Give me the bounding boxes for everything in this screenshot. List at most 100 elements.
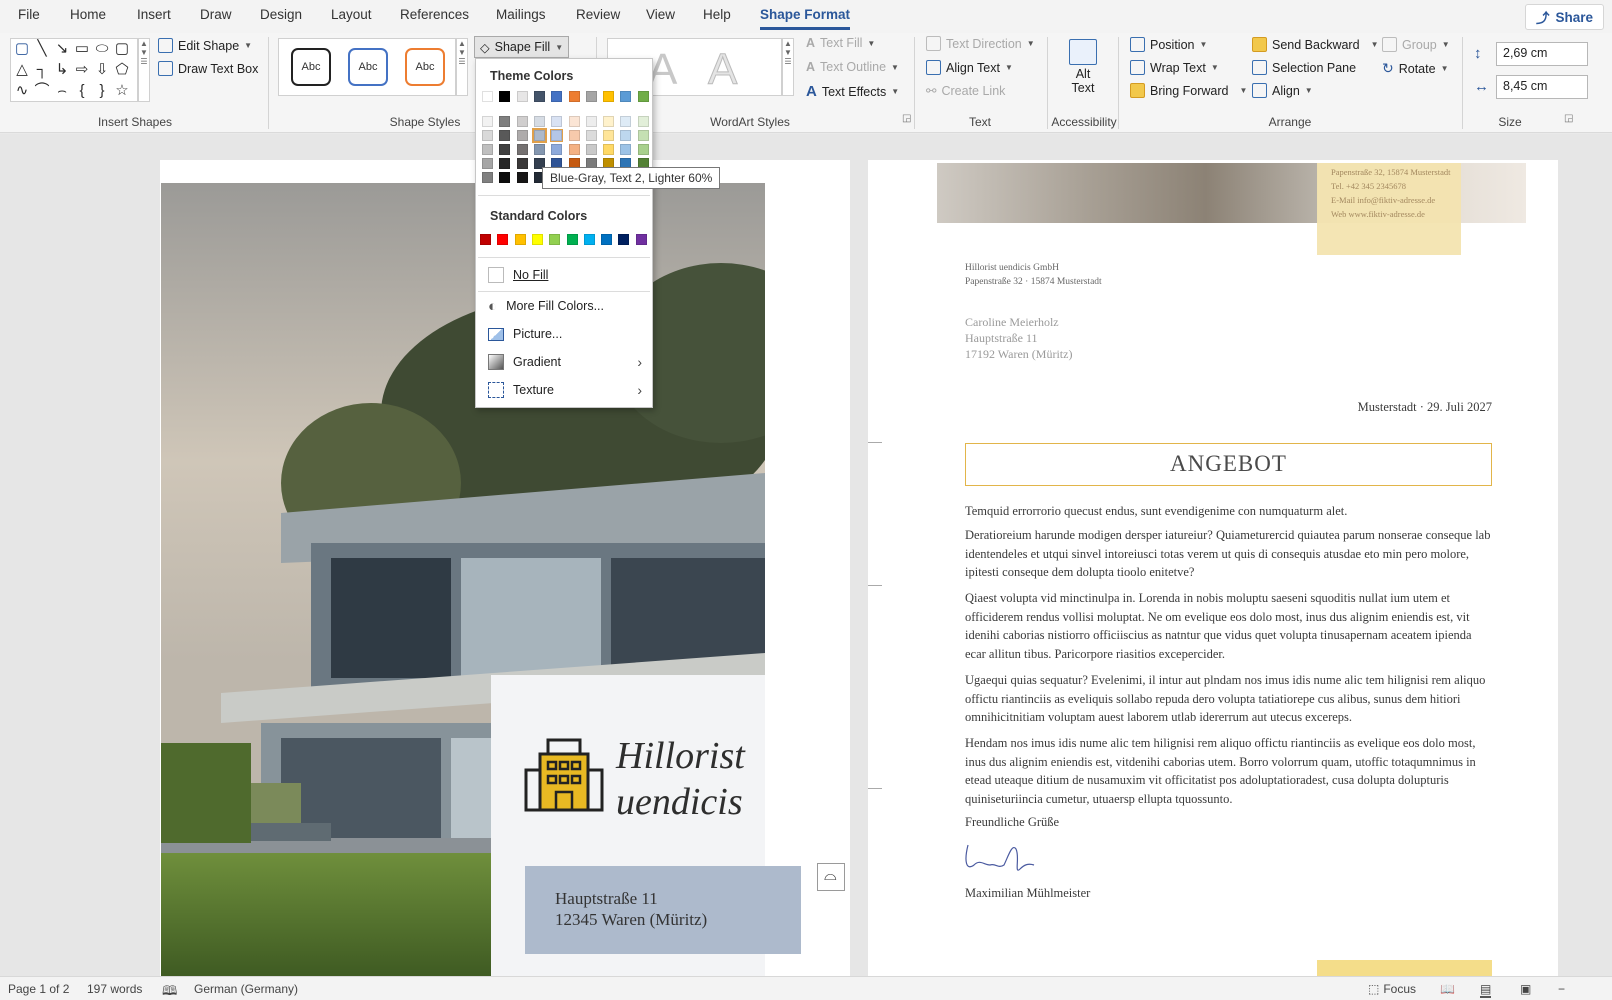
theme-color-shade-swatch[interactable]: [533, 144, 545, 155]
standard-color-swatch[interactable]: [618, 234, 630, 245]
standard-color-swatch[interactable]: [514, 234, 526, 245]
word-count[interactable]: 197 words: [87, 982, 142, 996]
tab-layout[interactable]: Layout: [331, 7, 372, 22]
theme-color-swatch[interactable]: [533, 91, 545, 102]
shapes-gallery[interactable]: ▢ ╲ ↘ ▭ ⬭ ▢ △ ┐ ↳ ⇨ ⇩ ⬠ ∿ ⌒ ⌢ { } ☆: [10, 38, 138, 102]
oval-shape-icon[interactable]: ⬭: [93, 40, 111, 58]
freeform-shape-icon[interactable]: ∿: [13, 82, 31, 100]
more-fill-colors-option[interactable]: ◐ More Fill Colors...: [488, 294, 648, 318]
standard-color-swatch[interactable]: [601, 234, 613, 245]
text-outline-button[interactable]: A Text Outline ▼: [806, 60, 899, 74]
standard-color-swatch[interactable]: [497, 234, 509, 245]
right-brace-shape-icon[interactable]: }: [93, 82, 111, 100]
tab-home[interactable]: Home: [70, 7, 106, 22]
flowchart-shape-icon[interactable]: ⬠: [113, 61, 131, 79]
standard-color-swatch[interactable]: [566, 234, 578, 245]
web-layout-icon[interactable]: ▣: [1520, 982, 1531, 996]
theme-color-shade-swatch[interactable]: [585, 144, 597, 155]
read-mode-icon[interactable]: 📖: [1440, 982, 1455, 996]
page-count[interactable]: Page 1 of 2: [8, 982, 69, 996]
wordart-scroll[interactable]: ▲ ▼ ☰: [782, 38, 794, 96]
picture-fill-option[interactable]: Picture...: [488, 322, 648, 346]
theme-color-shade-swatch[interactable]: [516, 130, 528, 141]
arrow-line-shape-icon[interactable]: ↘: [53, 40, 71, 58]
rotate-button[interactable]: ↻ Rotate ▼: [1382, 60, 1449, 77]
triangle-shape-icon[interactable]: △: [13, 61, 31, 79]
texture-fill-option[interactable]: Texture ›: [488, 378, 648, 402]
text-fill-button[interactable]: A Text Fill ▼: [806, 36, 875, 50]
theme-color-shade-swatch[interactable]: [516, 172, 528, 183]
proofing-book-icon[interactable]: 🕮: [162, 982, 177, 1000]
address-text-box[interactable]: Hauptstraße 11 12345 Waren (Müritz): [525, 866, 801, 954]
print-layout-icon[interactable]: ▤: [1480, 982, 1492, 998]
tab-mailings[interactable]: Mailings: [496, 7, 546, 22]
align-button[interactable]: Align ▼: [1252, 83, 1313, 98]
standard-color-swatch[interactable]: [480, 234, 491, 245]
draw-text-box-button[interactable]: Draw Text Box: [158, 61, 258, 76]
down-arrow-shape-icon[interactable]: ⇩: [93, 61, 111, 79]
theme-color-swatch[interactable]: [499, 91, 511, 102]
create-link-button[interactable]: ⚯ Create Link: [926, 83, 1005, 99]
selection-pane-button[interactable]: Selection Pane: [1252, 60, 1356, 75]
theme-color-shade-swatch[interactable]: [603, 116, 615, 127]
theme-color-swatch[interactable]: [620, 91, 632, 102]
theme-color-shade-swatch[interactable]: [482, 130, 493, 141]
tab-insert[interactable]: Insert: [137, 7, 171, 22]
shape-width-input[interactable]: 8,45 cm: [1496, 75, 1588, 99]
standard-color-swatch[interactable]: [531, 234, 543, 245]
shape-fill-dropdown[interactable]: Theme Colors Standard Colors No Fill ◐ M…: [475, 58, 653, 408]
theme-color-swatch[interactable]: [482, 91, 493, 102]
wordart-style-2[interactable]: A: [707, 45, 737, 95]
curve-shape-icon[interactable]: ⌒: [33, 82, 51, 100]
theme-color-swatch[interactable]: [603, 91, 615, 102]
theme-color-shade-swatch[interactable]: [637, 144, 649, 155]
bring-forward-button[interactable]: Bring Forward ▼: [1130, 83, 1247, 98]
edit-shape-button[interactable]: Edit Shape ▼: [158, 38, 252, 53]
theme-color-shade-swatch[interactable]: [531, 128, 547, 143]
language-indicator[interactable]: German (Germany): [194, 982, 298, 996]
send-backward-button[interactable]: Send Backward ▼: [1252, 37, 1378, 52]
theme-color-shade-swatch[interactable]: [637, 116, 649, 127]
group-button[interactable]: Group ▼: [1382, 37, 1450, 52]
rectangle-shape-icon[interactable]: ▭: [73, 40, 91, 58]
layout-options-button[interactable]: ⌓: [817, 863, 845, 891]
text-direction-button[interactable]: Text Direction ▼: [926, 36, 1035, 51]
shapes-gallery-scroll[interactable]: ▲ ▼ ☰: [138, 38, 150, 102]
right-arrow-shape-icon[interactable]: ⇨: [73, 61, 91, 79]
tab-shape-format[interactable]: Shape Format: [760, 7, 851, 30]
theme-color-shade-swatch[interactable]: [499, 130, 511, 141]
theme-color-shade-swatch[interactable]: [585, 116, 597, 127]
theme-color-shade-swatch[interactable]: [620, 130, 632, 141]
theme-color-swatch[interactable]: [551, 91, 563, 102]
theme-color-swatch[interactable]: [568, 91, 580, 102]
tab-design[interactable]: Design: [260, 7, 302, 22]
text-effects-button[interactable]: A Text Effects ▼: [806, 83, 899, 100]
shape-fill-button[interactable]: ◇ Shape Fill ▼: [474, 36, 570, 58]
theme-color-shade-swatch[interactable]: [620, 116, 632, 127]
theme-color-shade-swatch[interactable]: [637, 130, 649, 141]
share-button[interactable]: ⤴ Share: [1524, 4, 1604, 30]
theme-color-shade-swatch[interactable]: [482, 172, 493, 183]
size-dialog-launcher-icon[interactable]: ◲: [1564, 113, 1573, 124]
theme-color-shade-swatch[interactable]: [499, 172, 511, 183]
focus-button[interactable]: ⬚ Focus: [1368, 982, 1416, 996]
wrap-text-button[interactable]: Wrap Text ▼: [1130, 60, 1219, 75]
tab-help[interactable]: Help: [703, 7, 731, 22]
star-shape-icon[interactable]: ☆: [113, 82, 131, 100]
theme-color-shade-swatch[interactable]: [499, 116, 511, 127]
left-brace-shape-icon[interactable]: {: [73, 82, 91, 100]
tab-view[interactable]: View: [646, 7, 675, 22]
elbow-connector-shape-icon[interactable]: ┐: [33, 61, 51, 79]
elbow-arrow-shape-icon[interactable]: ↳: [53, 61, 71, 79]
shape-styles-scroll[interactable]: ▲ ▼ ☰: [456, 38, 468, 96]
rounded-rectangle-shape-icon[interactable]: ▢: [113, 40, 131, 58]
theme-color-shade-swatch[interactable]: [516, 144, 528, 155]
shape-style-orange[interactable]: Abc: [405, 48, 445, 86]
standard-color-swatch[interactable]: [635, 234, 647, 245]
alt-text-button[interactable]: Alt Text: [1060, 39, 1106, 95]
tab-file[interactable]: File: [18, 7, 40, 22]
shape-style-blue[interactable]: Abc: [348, 48, 388, 86]
theme-color-shade-swatch[interactable]: [568, 116, 580, 127]
theme-color-shade-swatch[interactable]: [516, 158, 528, 169]
no-fill-option[interactable]: No Fill: [488, 263, 648, 287]
